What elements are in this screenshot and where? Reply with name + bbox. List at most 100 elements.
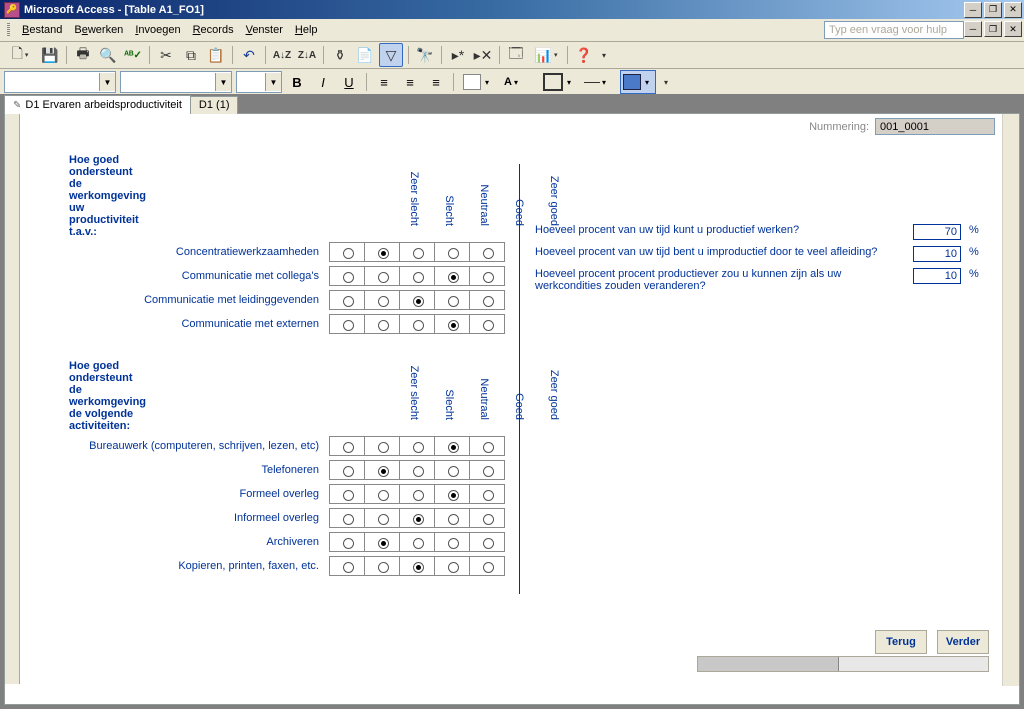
doc-minimize-button[interactable]: ─	[964, 21, 982, 37]
menu-invoegen[interactable]: Invoegen	[129, 22, 186, 38]
rating-radio[interactable]	[343, 272, 354, 283]
rating-radio[interactable]	[483, 514, 494, 525]
menu-bewerken[interactable]: Bewerken	[68, 22, 129, 38]
rating-radio[interactable]	[483, 490, 494, 501]
line-color-button[interactable]: ▾	[540, 70, 576, 94]
font-color-button[interactable]: A▾	[500, 70, 536, 94]
menu-help[interactable]: Help	[289, 22, 324, 38]
rating-radio[interactable]	[413, 490, 424, 501]
rating-radio[interactable]	[413, 514, 424, 525]
special-effect-button[interactable]: ▾	[620, 70, 656, 94]
rating-radio[interactable]	[483, 296, 494, 307]
sort-asc-button[interactable]: A↓Z	[271, 44, 293, 66]
rating-radio[interactable]	[448, 514, 459, 525]
find-button[interactable]: 🔭	[414, 44, 436, 66]
pct-input-1[interactable]	[913, 224, 961, 240]
rating-radio[interactable]	[483, 442, 494, 453]
align-left-button[interactable]: ≡	[373, 71, 395, 93]
rating-radio[interactable]	[378, 272, 389, 283]
rating-radio[interactable]	[343, 248, 354, 259]
help-search-box[interactable]: Typ een vraag voor hulp	[824, 21, 964, 39]
rating-radio[interactable]	[378, 296, 389, 307]
rating-radio[interactable]	[343, 320, 354, 331]
sort-desc-button[interactable]: Z↓A	[296, 44, 318, 66]
record-selector[interactable]	[5, 114, 20, 684]
rating-radio[interactable]	[448, 272, 459, 283]
back-button[interactable]: Terug	[875, 630, 927, 654]
menu-venster[interactable]: Venster	[240, 22, 289, 38]
underline-button[interactable]: U	[338, 71, 360, 93]
rating-radio[interactable]	[378, 442, 389, 453]
minimize-button[interactable]: ─	[964, 2, 982, 18]
apply-filter-button[interactable]: ▽	[379, 43, 403, 67]
rating-radio[interactable]	[448, 296, 459, 307]
rating-radio[interactable]	[343, 442, 354, 453]
fill-color-button[interactable]: ▾	[460, 70, 496, 94]
rating-radio[interactable]	[343, 296, 354, 307]
horizontal-scrollbar[interactable]	[697, 656, 989, 672]
rating-radio[interactable]	[343, 490, 354, 501]
copy-button[interactable]: ⧉	[180, 44, 202, 66]
rating-radio[interactable]	[448, 490, 459, 501]
rating-radio[interactable]	[448, 562, 459, 573]
rating-radio[interactable]	[483, 248, 494, 259]
rating-radio[interactable]	[483, 538, 494, 549]
rating-radio[interactable]	[413, 562, 424, 573]
delete-record-button[interactable]: ▸✕	[472, 44, 494, 66]
font-combo[interactable]: ▼	[120, 71, 232, 93]
line-width-button[interactable]: ▾	[580, 70, 616, 94]
rating-radio[interactable]	[343, 466, 354, 477]
print-button[interactable]: 🖶	[72, 44, 94, 66]
print-preview-button[interactable]: 🔍	[97, 44, 119, 66]
pct-input-3[interactable]	[913, 268, 961, 284]
spelling-button[interactable]: ᴬᴮ✓	[122, 44, 144, 66]
object-combo[interactable]: ▼	[4, 71, 116, 93]
rating-radio[interactable]	[448, 248, 459, 259]
rating-radio[interactable]	[413, 296, 424, 307]
doc-close-button[interactable]: ✕	[1004, 21, 1022, 37]
new-record-button[interactable]: ▸*	[447, 44, 469, 66]
save-button[interactable]: 💾	[39, 44, 61, 66]
rating-radio[interactable]	[413, 538, 424, 549]
rating-radio[interactable]	[448, 538, 459, 549]
next-button[interactable]: Verder	[937, 630, 989, 654]
view-button[interactable]: 🗋▾	[4, 44, 36, 66]
restore-button[interactable]: ❐	[984, 2, 1002, 18]
align-right-button[interactable]: ≡	[425, 71, 447, 93]
rating-radio[interactable]	[483, 320, 494, 331]
rating-radio[interactable]	[483, 466, 494, 477]
undo-button[interactable]: ↶	[238, 44, 260, 66]
menu-records[interactable]: Records	[187, 22, 240, 38]
toolbar-grip[interactable]	[4, 22, 12, 38]
rating-radio[interactable]	[378, 466, 389, 477]
pct-input-2[interactable]	[913, 246, 961, 262]
help-button[interactable]: ❓	[573, 44, 595, 66]
database-window-button[interactable]: 🗔	[505, 44, 527, 66]
rating-radio[interactable]	[413, 442, 424, 453]
rating-radio[interactable]	[413, 320, 424, 331]
rating-radio[interactable]	[343, 538, 354, 549]
rating-radio[interactable]	[483, 562, 494, 573]
format-toolbar-options-button[interactable]: ▾	[660, 71, 672, 93]
tab-d1-ervaren[interactable]: ✎D1 Ervaren arbeidsproductiviteit	[4, 95, 191, 114]
close-button[interactable]: ✕	[1004, 2, 1022, 18]
align-center-button[interactable]: ≡	[399, 71, 421, 93]
menu-bestand[interactable]: Bestand	[16, 22, 68, 38]
rating-radio[interactable]	[448, 442, 459, 453]
rating-radio[interactable]	[378, 248, 389, 259]
tab-d1-1[interactable]: D1 (1)	[190, 96, 239, 114]
rating-radio[interactable]	[343, 514, 354, 525]
rating-radio[interactable]	[378, 538, 389, 549]
rating-radio[interactable]	[413, 272, 424, 283]
rating-radio[interactable]	[448, 466, 459, 477]
new-object-button[interactable]: 📊▾	[530, 44, 562, 66]
rating-radio[interactable]	[483, 272, 494, 283]
fontsize-combo[interactable]: ▼	[236, 71, 282, 93]
filter-selection-button[interactable]: ⚱	[329, 44, 351, 66]
cut-button[interactable]: ✂	[155, 44, 177, 66]
rating-radio[interactable]	[413, 248, 424, 259]
filter-form-button[interactable]: 📄	[354, 44, 376, 66]
toolbar-options-button[interactable]: ▾	[598, 44, 610, 66]
rating-radio[interactable]	[378, 320, 389, 331]
rating-radio[interactable]	[378, 490, 389, 501]
